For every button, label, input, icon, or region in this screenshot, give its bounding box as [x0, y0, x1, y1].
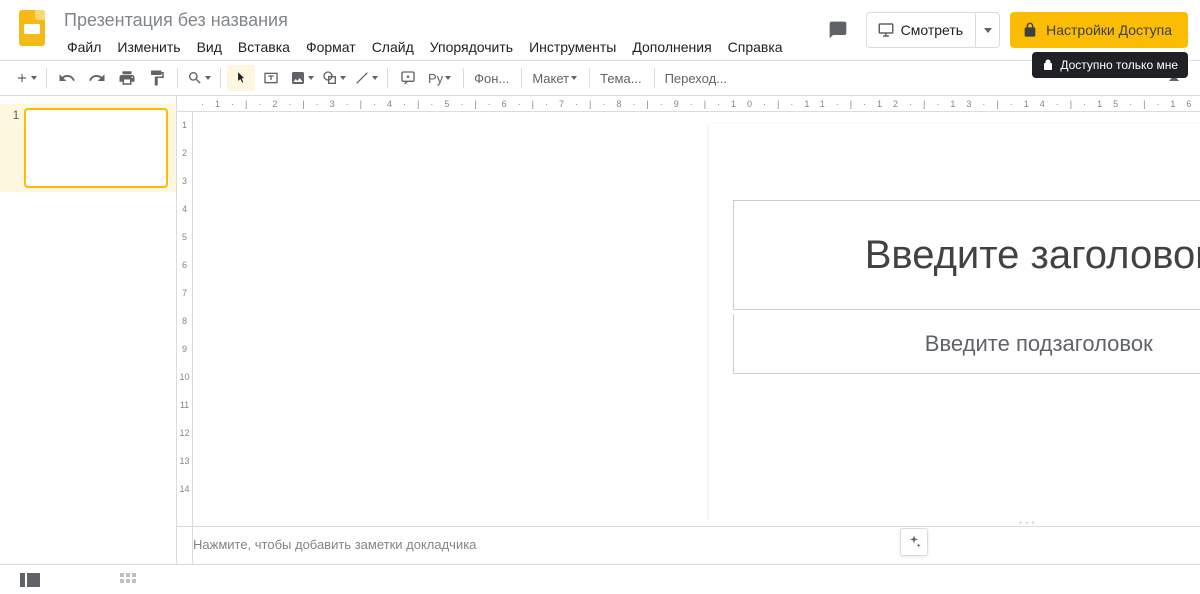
present-dropdown[interactable]	[975, 13, 999, 47]
grid-view-icon[interactable]	[120, 573, 140, 587]
toolbar: Ру Фон... Макет Тема... Переход...	[0, 60, 1200, 96]
bottom-bar	[0, 564, 1200, 594]
menu-insert[interactable]: Вставка	[231, 35, 297, 59]
image-tool[interactable]	[287, 65, 317, 91]
menu-tools[interactable]: Инструменты	[522, 35, 623, 59]
undo-button[interactable]	[53, 65, 81, 91]
redo-button[interactable]	[83, 65, 111, 91]
menu-help[interactable]: Справка	[721, 35, 790, 59]
slide-canvas[interactable]: Введите заголовок Введите подзаголовок	[709, 124, 1200, 520]
vertical-ruler: 1234567891011121314	[177, 112, 193, 564]
speaker-notes[interactable]: Нажмите, чтобы добавить заметки докладчи…	[177, 526, 1200, 564]
paint-format-button[interactable]	[143, 65, 171, 91]
menu-view[interactable]: Вид	[190, 35, 229, 59]
title-block: Презентация без названия Файл Изменить В…	[60, 8, 820, 59]
slide-thumbnail-1[interactable]: 1	[0, 104, 176, 192]
menu-format[interactable]: Формат	[299, 35, 363, 59]
menu-addons[interactable]: Дополнения	[625, 35, 718, 59]
theme-button[interactable]: Тема...	[596, 71, 647, 86]
menu-slide[interactable]: Слайд	[365, 35, 421, 59]
thumb-number: 1	[8, 104, 24, 192]
new-slide-button[interactable]	[12, 65, 40, 91]
canvas-area: ·1·|·2·|·3·|·4·|·5·|·6·|·7·|·8·|·9·|·10·…	[177, 96, 1200, 564]
present-label: Смотреть	[901, 22, 963, 38]
explore-button[interactable]	[900, 528, 928, 556]
comments-icon[interactable]	[820, 12, 856, 48]
horizontal-ruler: ·1·|·2·|·3·|·4·|·5·|·6·|·7·|·8·|·9·|·10·…	[177, 96, 1200, 112]
select-tool[interactable]	[227, 65, 255, 91]
background-button[interactable]: Фон...	[470, 71, 515, 86]
print-button[interactable]	[113, 65, 141, 91]
header-actions: Смотреть Настройки Доступа Доступно толь…	[820, 8, 1188, 48]
share-tooltip: Доступно только мне	[1032, 52, 1188, 78]
shape-tool[interactable]	[319, 65, 349, 91]
menu-arrange[interactable]: Упорядочить	[423, 35, 520, 59]
comment-tool[interactable]	[394, 65, 422, 91]
textbox-tool[interactable]	[257, 65, 285, 91]
present-button[interactable]: Смотреть	[866, 12, 1000, 48]
main: 1 ·1·|·2·|·3·|·4·|·5·|·6·|·7·|·8·|·9·|·1…	[0, 96, 1200, 564]
menu-edit[interactable]: Изменить	[110, 35, 187, 59]
slide-title-placeholder[interactable]: Введите заголовок	[733, 200, 1200, 310]
filmstrip: 1	[0, 96, 177, 564]
menu-file[interactable]: Файл	[60, 35, 108, 59]
share-label: Настройки Доступа	[1046, 22, 1172, 38]
slide-subtitle-placeholder[interactable]: Введите подзаголовок	[733, 314, 1200, 374]
line-tool[interactable]	[351, 65, 381, 91]
zoom-button[interactable]	[184, 65, 214, 91]
transition-button[interactable]: Переход...	[661, 71, 733, 86]
header: Презентация без названия Файл Изменить В…	[0, 0, 1200, 60]
app-logo[interactable]	[12, 8, 52, 48]
menubar: Файл Изменить Вид Вставка Формат Слайд У…	[60, 35, 820, 59]
input-language[interactable]: Ру	[424, 71, 457, 86]
canvas-scroll[interactable]: Введите заголовок Введите подзаголовок	[177, 112, 1200, 520]
filmstrip-view-icon[interactable]	[20, 573, 40, 587]
layout-button[interactable]: Макет	[528, 71, 583, 86]
share-button[interactable]: Настройки Доступа	[1010, 12, 1188, 48]
doc-title[interactable]: Презентация без названия	[60, 8, 820, 33]
